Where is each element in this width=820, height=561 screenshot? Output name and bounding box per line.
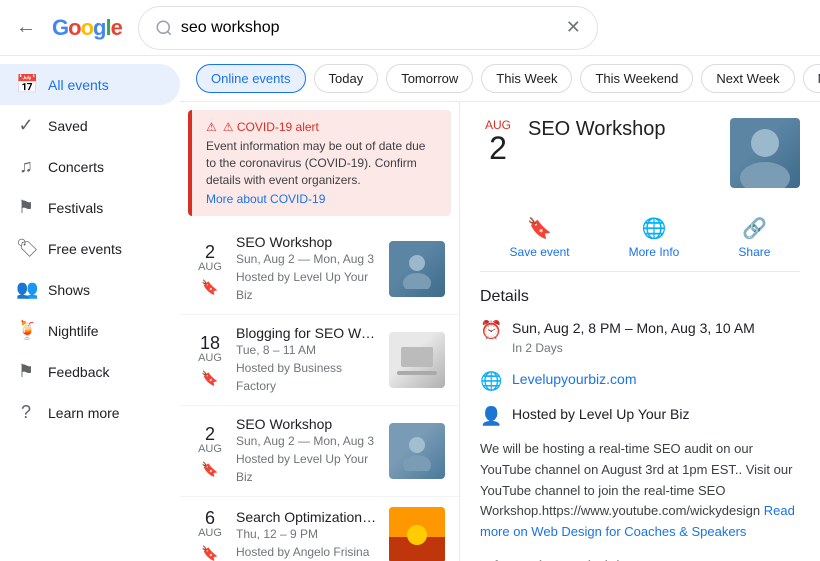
globe-icon: 🌐 <box>480 371 500 392</box>
covid-alert: ⚠ ⚠ COVID-19 alert Event information may… <box>188 110 451 216</box>
sidebar-item-label: Nightlife <box>48 323 99 339</box>
save-event-icon: 🔖 <box>527 216 552 241</box>
event-info-0: SEO Workshop Sun, Aug 2 — Mon, Aug 3 Hos… <box>236 234 379 304</box>
header: ← Google ✕ <box>0 0 820 56</box>
clock-icon: ⏰ <box>480 320 500 341</box>
event-info-3: Search Optimization WorkShop Thu, 12 – 9… <box>236 509 379 561</box>
detail-panel: AUG 2 SEO Workshop 🔖 Save event 🌐 <box>460 102 820 561</box>
details-heading: Details <box>480 288 800 306</box>
results-panel: ⚠ ⚠ COVID-19 alert Event information may… <box>180 102 460 561</box>
google-logo: Google <box>52 15 122 41</box>
sidebar-item-label: Shows <box>48 282 90 298</box>
filter-chip-this-week[interactable]: This Week <box>481 64 572 93</box>
filter-chip-next-month[interactable]: Next Month <box>803 64 820 93</box>
tag-icon: 🏷 <box>16 238 36 259</box>
event-item-3[interactable]: 6 AUG 🔖 Search Optimization WorkShop Thu… <box>180 497 459 561</box>
event-item-2[interactable]: 2 AUG 🔖 SEO Workshop Sun, Aug 2 — Mon, A… <box>180 406 459 497</box>
sidebar-item-learn-more[interactable]: ? Learn more <box>0 392 180 433</box>
save-event-action[interactable]: 🔖 Save event <box>510 216 570 259</box>
detail-actions: 🔖 Save event 🌐 More Info 🔗 Share <box>480 204 800 272</box>
search-input[interactable] <box>181 19 558 37</box>
covid-more-link[interactable]: More about COVID-19 <box>206 192 325 206</box>
filter-chip-next-week[interactable]: Next Week <box>701 64 794 93</box>
sidebar-item-all-events[interactable]: 📅 All events <box>0 64 180 105</box>
event-thumb-2 <box>389 423 445 479</box>
detail-thumbnail <box>730 118 800 188</box>
sidebar: 📅 All events ✓ Saved ♫ Concerts ⚑ Festiv… <box>0 56 180 561</box>
event-date-3: 6 AUG 🔖 <box>194 509 226 561</box>
sidebar-item-label: Saved <box>48 118 88 134</box>
more-info-icon: 🌐 <box>642 216 667 241</box>
event-info-1: Blogging for SEO Workshop Tue, 8 – 11 AM… <box>236 325 379 395</box>
filter-chip-tomorrow[interactable]: Tomorrow <box>386 64 473 93</box>
filter-chip-this-weekend[interactable]: This Weekend <box>580 64 693 93</box>
share-icon: 🔗 <box>742 216 767 241</box>
event-info-2: SEO Workshop Sun, Aug 2 — Mon, Aug 3 Hos… <box>236 416 379 486</box>
sidebar-item-label: Feedback <box>48 364 109 380</box>
sidebar-item-saved[interactable]: ✓ Saved <box>0 105 180 146</box>
bookmark-icon-1[interactable]: 🔖 <box>201 370 218 387</box>
help-icon: ? <box>16 402 36 423</box>
detail-header: AUG 2 SEO Workshop <box>480 118 800 188</box>
sidebar-item-label: Concerts <box>48 159 104 175</box>
check-icon: ✓ <box>16 115 36 136</box>
content-area: ⚠ ⚠ COVID-19 alert Event information may… <box>180 102 820 561</box>
filters-row: Online events Today Tomorrow This Week T… <box>180 56 820 102</box>
sidebar-item-label: Learn more <box>48 405 120 421</box>
event-date-1: 18 AUG 🔖 <box>194 334 226 387</box>
feedback-icon: ⚑ <box>16 361 36 382</box>
website-link[interactable]: Levelupyourbiz.com <box>512 371 637 387</box>
sidebar-item-feedback[interactable]: ⚑ Feedback <box>0 351 180 392</box>
filter-chip-online[interactable]: Online events <box>196 64 306 93</box>
event-item-1[interactable]: 18 AUG 🔖 Blogging for SEO Workshop Tue, … <box>180 315 459 406</box>
calendar-icon: 📅 <box>16 74 36 95</box>
person-icon: 👥 <box>16 279 36 300</box>
share-action[interactable]: 🔗 Share <box>738 216 770 259</box>
music-icon: ♫ <box>16 156 36 177</box>
event-item-0[interactable]: 2 AUG 🔖 SEO Workshop Sun, Aug 2 — Mon, A… <box>180 224 459 315</box>
main-container: 📅 All events ✓ Saved ♫ Concerts ⚑ Festiv… <box>0 56 820 561</box>
bookmark-icon-0[interactable]: 🔖 <box>201 279 218 296</box>
back-icon[interactable]: ← <box>16 16 36 39</box>
sidebar-item-nightlife[interactable]: 🍹 Nightlife <box>0 310 180 351</box>
sidebar-item-free-events[interactable]: 🏷 Free events <box>0 228 180 269</box>
flag-icon: ⚑ <box>16 197 36 218</box>
details-section: Details ⏰ Sun, Aug 2, 8 PM – Mon, Aug 3,… <box>480 288 800 561</box>
detail-row-website: 🌐 Levelupyourbiz.com <box>480 369 800 392</box>
detail-title: SEO Workshop <box>528 118 718 141</box>
detail-row-host: 👤 Hosted by Level Up Your Biz <box>480 404 800 427</box>
bookmark-icon-3[interactable]: 🔖 <box>201 545 218 561</box>
clear-icon[interactable]: ✕ <box>566 17 581 38</box>
sidebar-item-label: All events <box>48 77 109 93</box>
search-icon <box>155 19 173 37</box>
detail-date-block: AUG 2 <box>480 118 516 164</box>
covid-alert-title: ⚠ ⚠ COVID-19 alert <box>206 120 437 134</box>
sidebar-item-concerts[interactable]: ♫ Concerts <box>0 146 180 187</box>
sidebar-item-label: Free events <box>48 241 122 257</box>
search-bar: ✕ <box>138 6 598 50</box>
detail-description: We will be hosting a real-time SEO audit… <box>480 439 800 543</box>
cocktail-icon: 🍹 <box>16 320 36 341</box>
detail-row-datetime: ⏰ Sun, Aug 2, 8 PM – Mon, Aug 3, 10 AM I… <box>480 318 800 357</box>
event-date-0: 2 AUG 🔖 <box>194 243 226 296</box>
event-thumb-3 <box>389 507 445 561</box>
event-thumb-0 <box>389 241 445 297</box>
bookmark-icon-2[interactable]: 🔖 <box>201 461 218 478</box>
filter-chip-today[interactable]: Today <box>314 64 379 93</box>
event-date-2: 2 AUG 🔖 <box>194 425 226 478</box>
sidebar-item-festivals[interactable]: ⚑ Festivals <box>0 187 180 228</box>
event-thumb-1 <box>389 332 445 388</box>
sidebar-item-shows[interactable]: 👥 Shows <box>0 269 180 310</box>
more-info-action[interactable]: 🌐 More Info <box>629 216 680 259</box>
person-icon: 👤 <box>480 406 500 427</box>
warning-icon: ⚠ <box>206 120 217 134</box>
sidebar-item-label: Festivals <box>48 200 103 216</box>
